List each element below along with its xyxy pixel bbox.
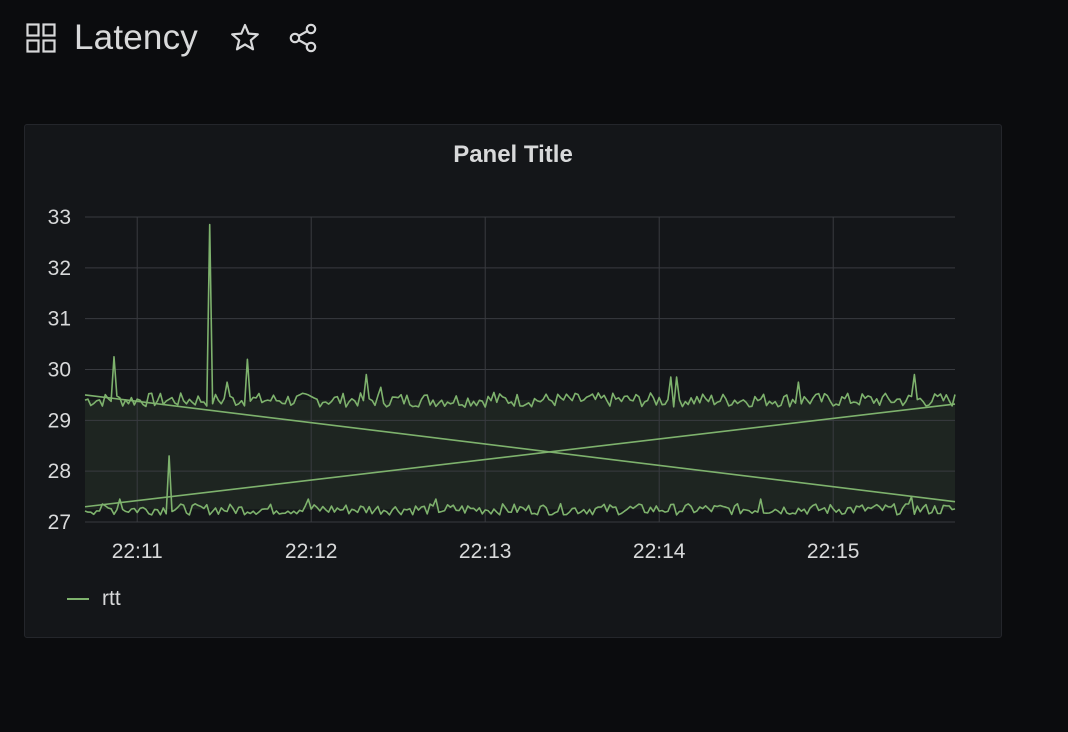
x-tick-label: 22:12 (285, 540, 338, 563)
graph-panel[interactable]: Panel Title 27 28 29 30 31 32 33 22:11 22:12 22:1… (24, 124, 1002, 638)
dashboard-grid-icon[interactable] (26, 23, 56, 53)
y-tick-label: 30 (48, 359, 71, 382)
y-tick-label: 32 (48, 257, 71, 280)
x-tick-label: 22:11 (112, 540, 163, 563)
legend-label: rtt (102, 587, 121, 610)
latency-chart[interactable]: 27 28 29 30 31 32 33 22:11 22:12 22:13 22:14 22:15 (25, 125, 1001, 637)
y-tick-label: 28 (48, 460, 71, 483)
y-tick-label: 27 (48, 511, 71, 534)
x-tick-label: 22:13 (459, 540, 512, 563)
share-icon[interactable] (286, 21, 320, 55)
series-line-rtt-upper (84, 223, 956, 408)
legend-item-rtt[interactable]: rtt (67, 587, 121, 611)
dashboard-title[interactable]: Latency (74, 18, 198, 58)
star-icon[interactable] (228, 21, 262, 55)
legend-swatch (67, 598, 89, 600)
x-tick-label: 22:14 (633, 540, 686, 563)
y-tick-label: 33 (48, 206, 71, 229)
dashboard-header: Latency (26, 14, 320, 62)
y-tick-label: 29 (48, 409, 71, 432)
x-tick-label: 22:15 (807, 540, 860, 563)
y-tick-label: 31 (48, 308, 71, 331)
